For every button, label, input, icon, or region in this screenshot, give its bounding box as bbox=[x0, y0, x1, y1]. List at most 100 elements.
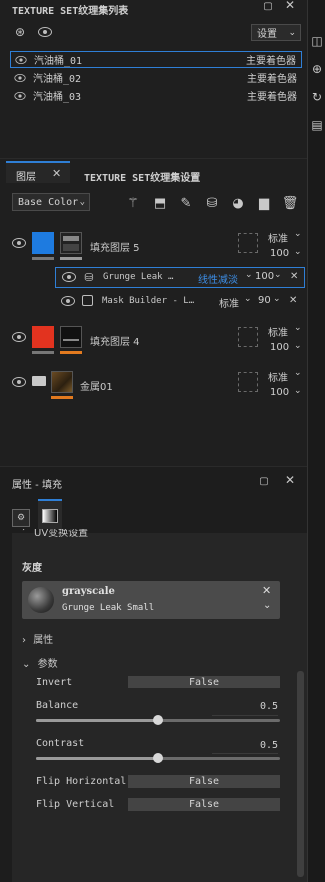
blend-mode[interactable]: 标准 bbox=[268, 369, 288, 384]
trash-icon[interactable]: 🗑 bbox=[282, 195, 299, 211]
eye-icon[interactable] bbox=[15, 55, 27, 64]
eye-icon[interactable] bbox=[12, 332, 26, 342]
close-icon[interactable]: ✕ bbox=[284, 0, 296, 12]
balance-slider[interactable] bbox=[36, 715, 280, 725]
opacity-value[interactable]: 90 bbox=[258, 295, 271, 306]
blend-mode[interactable]: 线性减淡 bbox=[198, 271, 238, 286]
texture-set-item[interactable]: 汽油桶_01 主要着色器 bbox=[10, 51, 302, 68]
resource-subname: Grunge Leak Small bbox=[62, 603, 155, 613]
chevron-down-icon: ⌄ bbox=[294, 386, 302, 396]
brush-icon[interactable]: ✎ bbox=[178, 195, 194, 211]
eye-icon[interactable] bbox=[62, 272, 76, 282]
balance-value[interactable]: 0.5 bbox=[260, 701, 278, 712]
maximize-icon[interactable]: ▢ bbox=[258, 475, 270, 487]
add-fill-layer-icon[interactable]: ⬒ bbox=[152, 195, 168, 211]
panel-title: 属性 - 填充 bbox=[12, 480, 62, 491]
chevron-down-icon: ⌄ bbox=[245, 270, 253, 280]
dock-icon-1[interactable]: ◫ bbox=[310, 34, 324, 48]
close-icon[interactable]: ✕ bbox=[290, 271, 298, 282]
mask-slot[interactable] bbox=[238, 372, 258, 392]
balance-slider-handle[interactable] bbox=[153, 715, 163, 725]
history-icon[interactable]: ↻ bbox=[310, 90, 324, 104]
panel-title: TEXTURE SET纹理集列表 bbox=[12, 6, 129, 17]
scrollbar[interactable] bbox=[297, 671, 304, 877]
grayscale-label: 灰度 bbox=[22, 563, 42, 574]
fill-bucket-icon: ⛁ bbox=[84, 270, 94, 284]
eye-icon[interactable] bbox=[14, 91, 26, 100]
chevron-down-icon: ⌄ bbox=[273, 294, 281, 304]
layer-name: 填充图层 5 bbox=[90, 243, 140, 254]
eye-icon[interactable] bbox=[12, 238, 26, 248]
texture-set-item[interactable]: 汽油桶_02 主要着色器 bbox=[10, 69, 302, 86]
dock-icon-4[interactable]: ▤ bbox=[310, 118, 324, 132]
close-icon[interactable]: ✕ bbox=[262, 584, 271, 597]
tab-texture-set-settings[interactable]: TEXTURE SET纹理集设置 bbox=[84, 169, 200, 184]
opacity-value[interactable]: 100 bbox=[270, 342, 289, 353]
layers-panel: 图层 ✕ TEXTURE SET纹理集设置 Base Color ⌄ ⚚ ⬒ ✎… bbox=[0, 158, 307, 466]
layer-row-fill-5[interactable]: 填充图层 5 标准 ⌄ 100 ⌄ bbox=[6, 227, 302, 267]
eye-icon[interactable] bbox=[12, 377, 26, 387]
close-icon[interactable]: ✕ bbox=[284, 473, 296, 487]
layer-name: 金属01 bbox=[80, 382, 113, 393]
swatch-underline bbox=[32, 351, 54, 354]
flip-vertical-field[interactable]: False bbox=[128, 798, 280, 811]
section-label: 属性 bbox=[33, 635, 54, 646]
grayscale-tab[interactable] bbox=[38, 499, 62, 529]
mask-slot[interactable] bbox=[238, 327, 258, 347]
properties-panel: 属性 - 填充 ▢ ✕ ⚙ › UV变换设置 灰度 grayscale Grun… bbox=[0, 466, 307, 882]
effect-name: Mask Builder - L… bbox=[102, 296, 195, 306]
mask-underline bbox=[60, 351, 82, 354]
shader-name: 主要着色器 bbox=[247, 74, 297, 85]
eye-icon[interactable] bbox=[14, 73, 26, 82]
eye-icon[interactable] bbox=[38, 27, 52, 37]
channel-dropdown[interactable]: Base Color ⌄ bbox=[12, 193, 90, 211]
uv-section-header[interactable]: › UV变换设置 bbox=[12, 529, 212, 541]
opacity-value[interactable]: 100 bbox=[270, 387, 289, 398]
dock-icon-2[interactable]: ⊕ bbox=[310, 62, 324, 76]
fill-properties-tab[interactable]: ⚙ bbox=[12, 509, 30, 527]
fill-bucket-icon[interactable]: ⛁ bbox=[204, 195, 220, 211]
parameters-section-header[interactable]: ⌄ 参数 bbox=[22, 655, 58, 670]
eye-icon[interactable] bbox=[61, 296, 75, 306]
contrast-value-underline bbox=[212, 753, 278, 754]
contrast-slider[interactable] bbox=[36, 753, 280, 763]
settings-dropdown[interactable]: 设置 ⌄ bbox=[251, 24, 301, 41]
section-label: 参数 bbox=[37, 659, 58, 670]
texture-set-item[interactable]: 汽油桶_03 主要着色器 bbox=[10, 87, 302, 104]
settings-label: 设置 bbox=[257, 29, 277, 40]
tab-layers[interactable]: 图层 ✕ bbox=[6, 161, 70, 183]
flip-horizontal-label: Flip Horizontal bbox=[36, 776, 127, 787]
close-icon[interactable]: ✕ bbox=[289, 295, 297, 306]
layer-row-metal-folder[interactable]: 金属01 标准 ⌄ 100 ⌄ bbox=[6, 366, 302, 406]
chevron-down-icon: ⌄ bbox=[79, 197, 85, 207]
invert-field[interactable]: False bbox=[128, 676, 280, 688]
balance-value-underline bbox=[212, 715, 278, 716]
maximize-icon[interactable]: ▢ bbox=[262, 0, 274, 12]
opacity-value[interactable]: 100 bbox=[270, 248, 289, 259]
effect-row-grunge-leak[interactable]: ⛁ Grunge Leak … 线性减淡 ⌄ 100 ⌄ ✕ bbox=[55, 267, 305, 288]
chevron-down-icon: ⌄ bbox=[294, 323, 302, 333]
effect-row-mask-builder[interactable]: Mask Builder - L… 标准 ⌄ 90 ⌄ ✕ bbox=[55, 292, 305, 313]
folder-icon[interactable]: ▆ bbox=[256, 195, 272, 211]
magic-wand-icon[interactable]: ⚚ bbox=[125, 195, 141, 211]
add-effect-icon[interactable]: ◕ bbox=[230, 195, 246, 211]
attributes-section-header[interactable]: › 属性 bbox=[22, 631, 53, 646]
resource-slot[interactable]: grayscale Grunge Leak Small ✕ ⌄ bbox=[22, 581, 280, 619]
mask-slot[interactable] bbox=[238, 233, 258, 253]
layer-row-fill-4[interactable]: 填充图层 4 标准 ⌄ 100 ⌄ bbox=[6, 321, 302, 361]
chevron-down-icon: ⌄ bbox=[244, 294, 252, 304]
chevron-down-icon[interactable]: ⌄ bbox=[263, 600, 271, 611]
mask-thumbnail bbox=[60, 326, 82, 348]
visibility-toggle-icon[interactable]: ⊛ bbox=[12, 25, 28, 39]
tab-close-icon[interactable]: ✕ bbox=[52, 167, 61, 180]
flip-horizontal-field[interactable]: False bbox=[128, 775, 280, 788]
contrast-slider-handle[interactable] bbox=[153, 753, 163, 763]
opacity-value[interactable]: 100 bbox=[255, 271, 274, 282]
shader-name: 主要着色器 bbox=[246, 56, 296, 67]
blend-mode[interactable]: 标准 bbox=[268, 230, 288, 245]
blend-mode[interactable]: 标准 bbox=[219, 295, 239, 310]
blend-mode[interactable]: 标准 bbox=[268, 324, 288, 339]
folder-icon bbox=[32, 376, 46, 386]
tab-layers-label: 图层 bbox=[16, 172, 36, 183]
contrast-value[interactable]: 0.5 bbox=[260, 740, 278, 751]
